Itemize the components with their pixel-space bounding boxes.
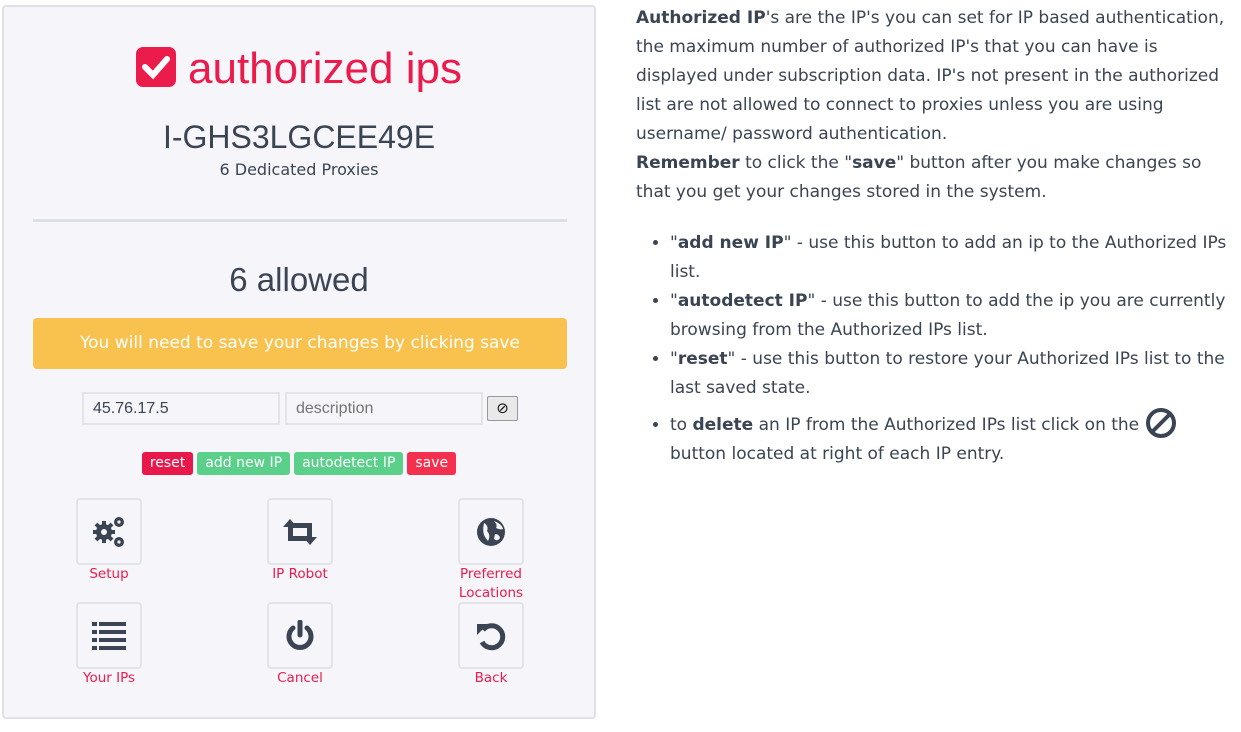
list-item: "autodetect IP" - use this button to add… <box>670 287 1231 345</box>
autodetect-ip-button[interactable]: autodetect IP <box>294 452 404 475</box>
setup-label[interactable]: Setup <box>49 565 169 584</box>
checkbox-icon <box>136 47 177 87</box>
bold-term: reset <box>677 349 728 369</box>
cancel-label[interactable]: Cancel <box>240 669 360 688</box>
ip-robot-label[interactable]: IP Robot <box>240 565 360 584</box>
power-icon <box>286 619 314 650</box>
save-warning: You will need to save your changes by cl… <box>33 318 567 369</box>
help-text-span: button located at right of each IP entry… <box>670 444 1005 464</box>
description-input[interactable] <box>285 392 483 425</box>
action-buttons: reset add new IP autodetect IP save <box>4 452 594 475</box>
help-text-span: to <box>670 415 693 435</box>
ban-icon <box>1145 408 1176 438</box>
allowed-count: 6 allowed <box>229 261 369 298</box>
ban-icon: ⊘ <box>496 399 509 417</box>
page-title: authorized ips <box>4 41 594 97</box>
bold-term: add new IP <box>677 233 784 253</box>
cancel-tile[interactable] <box>267 602 333 669</box>
help-text: Authorized IP's are the IP's you can set… <box>636 4 1231 469</box>
ip-robot-tile[interactable] <box>267 498 333 565</box>
help-text-span: " - use this button to restore your Auth… <box>670 349 1225 398</box>
delete-ip-button[interactable]: ⊘ <box>487 396 518 421</box>
save-button[interactable]: save <box>407 452 457 475</box>
title-text: authorized ips <box>188 44 462 93</box>
help-intro: Authorized IP's are the IP's you can set… <box>636 4 1231 207</box>
list-item: to delete an IP from the Authorized IPs … <box>670 407 1231 469</box>
help-text-span: an IP from the Authorized IPs list click… <box>753 415 1145 435</box>
proxy-count: 6 Dedicated Proxies <box>219 160 379 179</box>
back-label[interactable]: Back <box>431 669 551 688</box>
gears-icon <box>93 516 124 547</box>
bold-term: delete <box>692 415 754 435</box>
undo-icon <box>477 622 506 650</box>
retweet-icon <box>283 518 317 545</box>
your-ips-tile[interactable] <box>76 602 142 669</box>
your-ips-label[interactable]: Your IPs <box>49 669 169 688</box>
preferred-locations-tile[interactable] <box>458 498 524 565</box>
add-new-ip-button[interactable]: add new IP <box>197 452 291 475</box>
bold-term: autodetect IP <box>677 291 808 311</box>
list-item: "reset" - use this button to restore you… <box>670 345 1231 403</box>
help-text-span: 's are the IP's you can set for IP based… <box>636 8 1225 144</box>
preferred-locations-label[interactable]: Preferred Locations <box>431 565 551 603</box>
authorized-ips-panel: authorized ips I-GHS3LGCEE49E 6 Dedicate… <box>2 5 596 719</box>
bold-term: Remember <box>636 153 740 173</box>
globe-icon <box>477 517 505 546</box>
help-text-span: to click the " <box>739 153 853 173</box>
ip-input[interactable] <box>82 392 280 425</box>
help-list: "add new IP" - use this button to add an… <box>636 229 1231 469</box>
setup-tile[interactable] <box>76 498 142 565</box>
back-tile[interactable] <box>458 602 524 669</box>
bold-term: save <box>852 153 897 173</box>
reset-button[interactable]: reset <box>141 452 194 475</box>
list-item: "add new IP" - use this button to add an… <box>670 229 1231 287</box>
bold-term: Authorized IP <box>636 8 766 28</box>
divider <box>33 219 567 222</box>
list-icon <box>92 621 126 650</box>
account-id: I-GHS3LGCEE49E <box>162 119 436 155</box>
